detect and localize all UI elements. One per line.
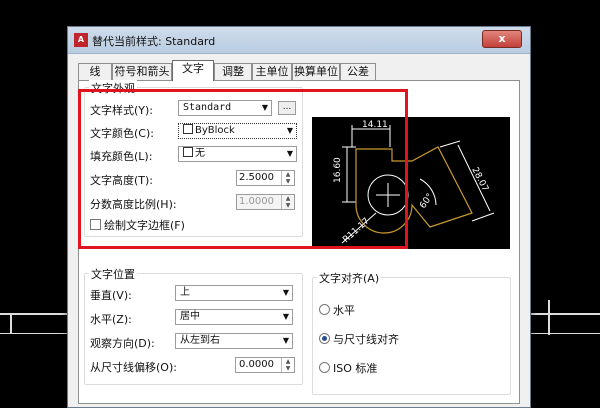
chevron-down-icon: ▼ — [286, 149, 293, 158]
align-iso-label: ISO 标准 — [333, 362, 378, 375]
chevron-down-icon: ▼ — [261, 103, 268, 112]
text-color-value: ByBlock — [195, 125, 235, 136]
dialog-title: 替代当前样式: Standard — [92, 35, 216, 48]
horizontal-value: 居中 — [180, 311, 200, 322]
text-style-browse-button[interactable]: ... — [278, 101, 296, 115]
text-color-select[interactable]: ByBlock ▼ — [178, 123, 297, 139]
fill-color-select[interactable]: 无 ▼ — [178, 146, 297, 162]
dim-left-text: 16.60 — [333, 157, 343, 183]
chevron-down-icon: ▼ — [282, 312, 289, 321]
view-direction-select[interactable]: 从左到右 ▼ — [175, 333, 293, 349]
chevron-down-icon: ▼ — [282, 336, 289, 345]
fraction-height-value: 1.0000 — [239, 196, 274, 207]
text-height-value: 2.5000 — [239, 172, 274, 183]
text-appearance-group: 文字外观 文字样式(Y): Standard ▼ ... 文字颜色(C): By… — [84, 80, 303, 237]
chevron-down-icon: ▼ — [282, 288, 289, 297]
fraction-height-label: 分数高度比例(H): — [90, 198, 177, 211]
align-iso-radio[interactable] — [319, 362, 330, 373]
preview-drawing: 14.11 16.60 28.07 60° R11.17 — [333, 120, 495, 245]
text-placement-group: 文字位置 垂直(V): 上 ▼ 水平(Z): 居中 ▼ 观察方向(D): 从左到… — [84, 266, 303, 385]
vertical-select[interactable]: 上 ▼ — [175, 285, 293, 301]
tab-primary-units[interactable]: 主单位 — [252, 63, 292, 80]
group-title-text-alignment: 文字对齐(A) — [317, 270, 382, 286]
app-icon: A — [74, 33, 88, 47]
group-title-text-appearance: 文字外观 — [89, 80, 137, 96]
background-drawing-line — [0, 333, 67, 334]
horizontal-label: 水平(Z): — [90, 313, 132, 326]
view-direction-value: 从左到右 — [180, 335, 220, 346]
tab-symbols-arrows[interactable]: 符号和箭头 — [112, 63, 172, 80]
spinner-arrows-icon[interactable]: ▲ ▼ — [281, 171, 294, 185]
vertical-label: 垂直(V): — [90, 289, 132, 302]
tab-alternate-units[interactable]: 换算单位 — [292, 63, 340, 80]
text-alignment-group: 文字对齐(A) 水平 与尺寸线对齐 ISO 标准 — [312, 270, 511, 395]
offset-input[interactable]: 0.0000 ▲ ▼ — [235, 357, 295, 373]
group-title-text-placement: 文字位置 — [89, 266, 137, 282]
align-horizontal-radio[interactable] — [319, 304, 330, 315]
text-style-label: 文字样式(Y): — [90, 104, 154, 117]
text-style-select[interactable]: Standard ▼ — [178, 100, 272, 116]
align-with-dimension-radio[interactable] — [319, 333, 330, 344]
dim-top-text: 14.11 — [362, 120, 388, 130]
dimension-preview: 14.11 16.60 28.07 60° R11.17 — [312, 117, 510, 249]
close-button[interactable]: x — [482, 30, 522, 48]
tab-text[interactable]: 文字 — [172, 60, 214, 81]
spinner-arrows-icon: ▲ ▼ — [281, 195, 294, 209]
text-height-input[interactable]: 2.5000 ▲ ▼ — [236, 170, 295, 186]
background-drawing-line — [10, 313, 12, 333]
view-direction-label: 观察方向(D): — [90, 337, 155, 350]
color-swatch-icon — [183, 124, 193, 134]
title-bar[interactable]: A 替代当前样式: Standard x — [68, 27, 530, 54]
spinner-arrows-icon[interactable]: ▲ ▼ — [281, 358, 294, 372]
background-drawing-line — [529, 313, 600, 315]
fill-color-value: 无 — [195, 148, 205, 159]
dim-radius-text: R11.17 — [341, 216, 371, 245]
align-horizontal-label: 水平 — [333, 304, 355, 317]
tab-fit[interactable]: 调整 — [214, 63, 252, 80]
preview-shape — [355, 146, 473, 234]
text-color-label: 文字颜色(C): — [90, 127, 154, 140]
text-style-value: Standard — [183, 102, 232, 113]
dim-right-text: 28.07 — [469, 166, 490, 193]
align-with-dimension-label: 与尺寸线对齐 — [333, 333, 399, 346]
dimension-style-dialog: A 替代当前样式: Standard x 线 符号和箭头 文字 调整 主单位 换… — [67, 26, 531, 408]
text-tab-panel: 文字外观 文字样式(Y): Standard ▼ ... 文字颜色(C): By… — [78, 80, 520, 404]
offset-label: 从尺寸线偏移(O): — [90, 361, 177, 374]
horizontal-select[interactable]: 居中 ▼ — [175, 309, 293, 325]
draw-frame-checkbox[interactable] — [90, 219, 101, 230]
vertical-value: 上 — [180, 287, 190, 298]
tab-lines[interactable]: 线 — [78, 63, 112, 80]
chevron-down-icon: ▼ — [286, 126, 293, 135]
fill-color-label: 填充颜色(L): — [90, 150, 153, 163]
background-drawing-line — [529, 333, 600, 334]
background-drawing-line — [548, 300, 550, 335]
dim-angle-text: 60° — [418, 192, 435, 211]
tab-tolerances[interactable]: 公差 — [340, 63, 376, 80]
offset-value: 0.0000 — [239, 359, 274, 370]
text-height-label: 文字高度(T): — [90, 174, 154, 187]
color-swatch-icon — [183, 147, 193, 157]
draw-frame-label: 绘制文字边框(F) — [104, 219, 185, 232]
fraction-height-input: 1.0000 ▲ ▼ — [236, 194, 295, 210]
